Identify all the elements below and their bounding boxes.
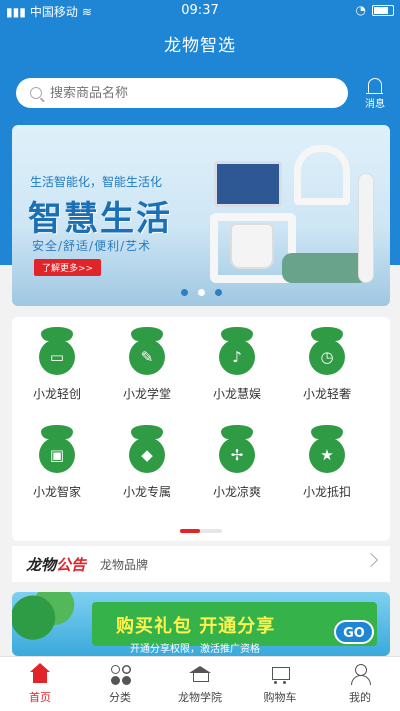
pagination-dot[interactable]: [180, 289, 188, 296]
message-label: 消息: [365, 99, 385, 110]
category-grid: ▭ 小龙轻创 ✎ 小龙学堂 ♪ 小龙慧娱 ◷ 小龙轻奢 ▣ 小龙智家 ◆ 小龙专…: [12, 317, 390, 541]
go-button[interactable]: GO: [334, 620, 374, 644]
page-title: 龙物智选: [0, 22, 400, 70]
notice-brand: 龙物: [26, 555, 57, 574]
grid-item-qingchuang[interactable]: ▭ 小龙轻创: [22, 327, 92, 402]
alarm-icon: ◔: [355, 3, 366, 17]
cart-icon: [268, 663, 292, 685]
user-icon: [348, 663, 372, 685]
grid-item-label: 小龙凉爽: [212, 485, 261, 499]
battery-icon: [372, 4, 394, 16]
search-icon: [30, 87, 42, 99]
tab-label: 首页: [29, 691, 51, 704]
tv-icon: ▭: [35, 327, 79, 379]
grid-item-zhuanshu[interactable]: ◆ 小龙专属: [112, 425, 182, 500]
grid-item-dikou[interactable]: ★ 小龙抵扣: [292, 425, 362, 500]
tab-label: 分类: [109, 691, 131, 704]
grid-item-qingshe[interactable]: ◷ 小龙轻奢: [292, 327, 362, 402]
grill-image: [282, 253, 368, 283]
screen-icon: ▣: [35, 425, 79, 477]
pagination-dot[interactable]: [214, 289, 222, 296]
bottom-tab-bar: 首页 分类 龙物学院 购物车 我的: [0, 656, 400, 711]
pen-icon: ✎: [125, 327, 169, 379]
category-icon: [108, 663, 132, 685]
message-button[interactable]: 消息: [360, 78, 390, 110]
grid-item-label: 小龙专属: [122, 485, 171, 499]
banner-subline: 安全/舒适/便利/艺术: [32, 239, 152, 253]
grid-item-label: 小龙轻创: [32, 387, 81, 401]
search-bar[interactable]: [16, 78, 348, 108]
tower-fan-image: [358, 173, 374, 283]
tab-profile[interactable]: 我的: [320, 657, 400, 711]
grid-item-zhijia[interactable]: ▣ 小龙智家: [22, 425, 92, 500]
status-right: ◔: [356, 3, 394, 17]
status-time: 09:37: [181, 3, 219, 18]
grid-item-label: 小龙慧娱: [212, 387, 261, 401]
grid-page-indicator: [180, 529, 222, 533]
notice-text: 龙物品牌: [100, 557, 149, 572]
watch-icon: ◷: [305, 327, 349, 379]
gift-pack-banner[interactable]: 购买礼包 开通分享 开通分享权限，激活推广资格 GO: [12, 592, 390, 656]
tab-category[interactable]: 分类: [80, 657, 160, 711]
notice-brand-highlight: 公告: [56, 555, 87, 574]
grid-item-liangshuang[interactable]: ✢ 小龙凉爽: [202, 425, 272, 500]
promo-title: 购买礼包 开通分享: [116, 616, 276, 637]
microphone-icon: ♪: [215, 327, 259, 379]
tab-cart[interactable]: 购物车: [240, 657, 320, 711]
notice-bar[interactable]: 龙物 公告 龙物品牌: [12, 546, 390, 582]
grid-item-label: 小龙抵扣: [302, 485, 351, 499]
graduation-cap-icon: [188, 663, 212, 685]
display-stand-image: [294, 145, 350, 205]
search-input[interactable]: [50, 85, 310, 101]
oven-image: [214, 161, 282, 207]
bell-icon: [366, 78, 383, 94]
banner-pagination: [12, 289, 390, 296]
promo-subtitle: 开通分享权限，激活推广资格: [130, 644, 260, 655]
treasure-icon: ◆: [125, 425, 169, 477]
promo-banner[interactable]: 生活智能化，智能生活化 智慧生活 安全/舒适/便利/艺术 了解更多>>: [12, 125, 390, 306]
grid-item-label: 小龙智家: [32, 485, 81, 499]
status-bar: ▮▮▮ 中国移动 ≋ 09:37 ◔: [0, 0, 400, 22]
grid-item-huiyu[interactable]: ♪ 小龙慧娱: [202, 327, 272, 402]
tab-label: 我的: [349, 691, 371, 704]
tab-label: 购物车: [263, 691, 297, 704]
tab-label: 龙物学院: [178, 691, 222, 704]
palm-leaf-decoration: [12, 592, 82, 656]
pagination-dot-active[interactable]: [197, 289, 205, 296]
star-icon: ★: [305, 425, 349, 477]
banner-tagline: 生活智能化，智能生活化: [30, 175, 163, 189]
grid-item-xuetang[interactable]: ✎ 小龙学堂: [112, 327, 182, 402]
learn-more-button[interactable]: 了解更多>>: [34, 259, 102, 276]
home-icon: [28, 663, 52, 685]
banner-headline: 智慧生活: [28, 199, 172, 239]
grid-item-label: 小龙学堂: [122, 387, 171, 401]
tab-home[interactable]: 首页: [0, 657, 80, 711]
rice-cooker-image: [230, 223, 274, 269]
chevron-right-icon: [363, 552, 379, 568]
fan-icon: ✢: [215, 425, 259, 477]
grid-item-label: 小龙轻奢: [302, 387, 351, 401]
tab-academy[interactable]: 龙物学院: [160, 657, 240, 711]
